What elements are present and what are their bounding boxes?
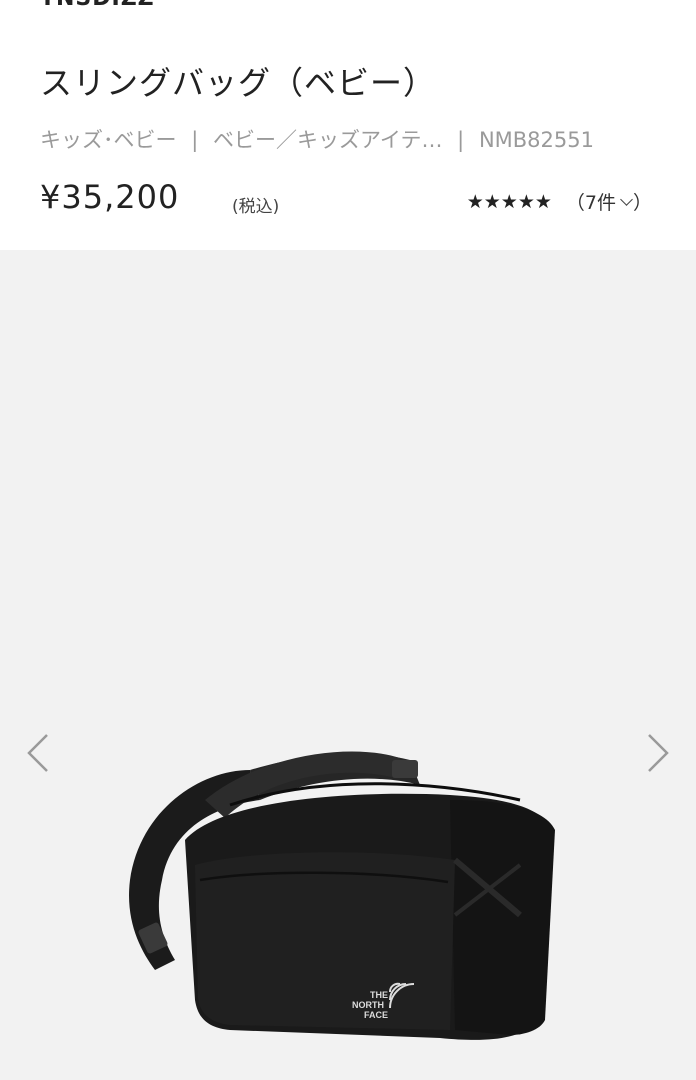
star-rating: ★★★★★ xyxy=(466,190,552,213)
review-count-label: （7件 xyxy=(565,192,616,214)
chevron-left-icon xyxy=(27,734,48,772)
category-link-kids-baby[interactable]: キッズ･ベビー xyxy=(40,128,177,152)
rating: ★★★★★ （7件 ） xyxy=(467,188,652,215)
meta-separator: | xyxy=(191,128,199,152)
gallery-prev-button[interactable] xyxy=(20,728,56,778)
bag-logo-line-1: THE xyxy=(370,990,388,1000)
product-info-panel: TNSDIZZ スリングバッグ（ベビー） キッズ･ベビー | ベビー／キッズアイ… xyxy=(0,0,696,250)
product-price: ¥35,200 xyxy=(40,178,180,216)
review-count-button[interactable]: （7件 ） xyxy=(566,188,652,215)
review-count-close: ） xyxy=(632,192,652,214)
category-link-baby-kids-items[interactable]: ベビー／キッズアイテ… xyxy=(213,128,443,152)
product-page: TNSDIZZ スリングバッグ（ベビー） キッズ･ベビー | ベビー／キッズアイ… xyxy=(0,0,696,1080)
gallery-next-button[interactable] xyxy=(640,728,676,778)
bag-logo-line-3: FACE xyxy=(364,1010,388,1020)
bag-logo-line-2: NORTH xyxy=(352,1000,384,1010)
chevron-down-icon xyxy=(620,193,633,206)
chevron-right-icon xyxy=(648,734,669,772)
product-image-sling-bag: THE NORTH FACE xyxy=(129,751,555,1040)
header-cut-text: TNSDIZZ xyxy=(40,0,155,11)
product-title: スリングバッグ（ベビー） xyxy=(40,64,437,102)
product-code: NMB82551 xyxy=(478,128,594,152)
product-image-gallery[interactable]: THE NORTH FACE xyxy=(0,250,696,1080)
tax-label: (税込) xyxy=(232,197,280,217)
product-meta: キッズ･ベビー | ベビー／キッズアイテ… | NMB82551 xyxy=(40,124,594,154)
meta-separator: | xyxy=(457,128,465,152)
